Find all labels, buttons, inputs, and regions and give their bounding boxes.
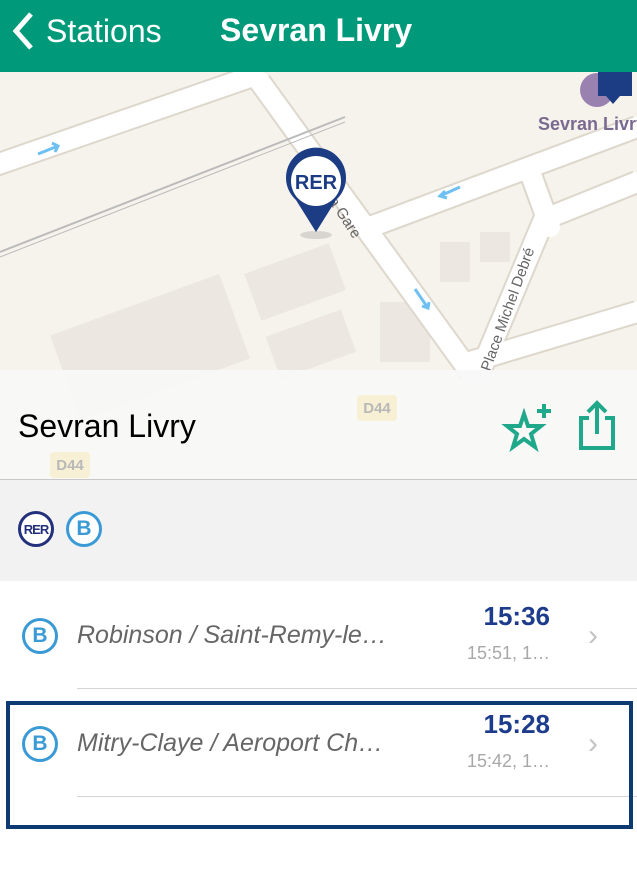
rer-map-pin[interactable]: RER xyxy=(286,147,347,239)
road-sign: D44 xyxy=(50,452,90,478)
departure-row-selected[interactable]: B Mitry-Claye / Aeroport Ch… 15:28 15:42… xyxy=(0,689,637,797)
next-departure: 15:36 xyxy=(483,601,551,631)
destination: Robinson / Saint-Remy-le… xyxy=(77,621,387,649)
station-name: Sevran Livry xyxy=(18,408,196,444)
nav-bar: Stations Sevran Livry xyxy=(0,0,637,72)
chevron-right-icon: › xyxy=(588,727,598,760)
rer-badge: RER xyxy=(18,511,54,547)
pin-label: RER xyxy=(295,172,338,194)
page-title: Sevran Livry xyxy=(220,12,413,48)
back-button[interactable]: Stations xyxy=(12,8,162,54)
following-departures: 15:51, 1… xyxy=(466,643,550,663)
destination: Mitry-Claye / Aeroport Ch… xyxy=(77,729,384,757)
poi-station-icon[interactable] xyxy=(580,72,632,107)
chevron-left-icon xyxy=(12,12,33,50)
back-label: Stations xyxy=(46,12,162,49)
line-b-badge: B xyxy=(22,726,58,762)
following-departures: 15:42, 1… xyxy=(466,751,550,771)
chevron-right-icon: › xyxy=(588,619,598,652)
road-sign: D44 xyxy=(357,395,397,421)
next-departure: 15:28 xyxy=(483,709,551,739)
poi-label: Sevran Livry xyxy=(538,114,637,134)
station-header: Sevran Livry xyxy=(0,370,637,480)
line-b-badge: B xyxy=(66,511,102,547)
departure-row[interactable]: B Robinson / Saint-Remy-le… 15:36 15:51,… xyxy=(0,581,637,689)
divider xyxy=(77,796,637,797)
line-b-badge: B xyxy=(22,618,58,654)
share-icon[interactable] xyxy=(575,398,619,454)
line-badges: RER B xyxy=(0,480,637,581)
star-plus-icon[interactable] xyxy=(500,400,554,454)
